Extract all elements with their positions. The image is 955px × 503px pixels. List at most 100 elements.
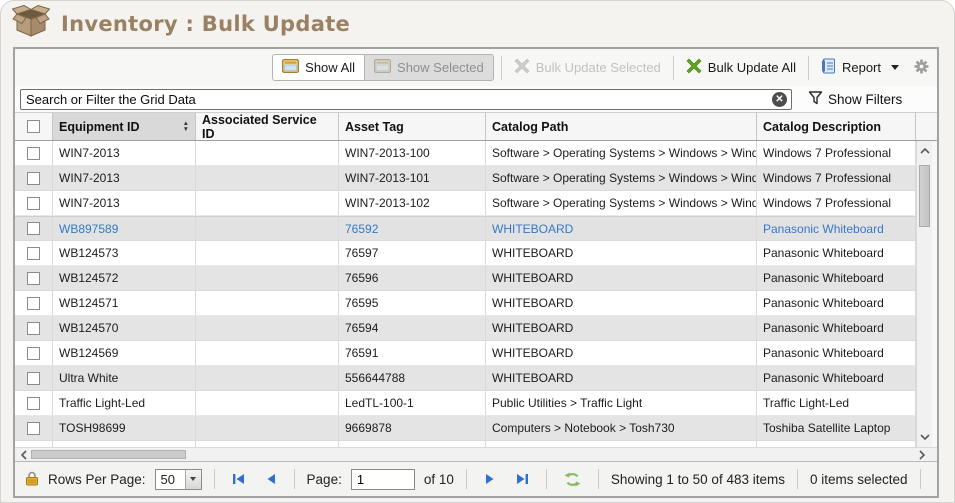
page-number-input[interactable] <box>351 469 415 490</box>
row-checkbox[interactable] <box>27 147 40 160</box>
settings-button[interactable] <box>914 59 929 77</box>
vertical-scroll-thumb[interactable] <box>919 165 930 227</box>
cell-catalog-description: Panasonic Whiteboard <box>757 241 916 265</box>
vertical-scrollbar[interactable] <box>916 141 932 447</box>
column-header-catalog-path[interactable]: Catalog Path <box>486 113 757 140</box>
cell-equipment-id: WB124572 <box>53 266 196 290</box>
table-row[interactable]: WB124569 76591 WHITEBOARD Panasonic Whit… <box>15 341 916 366</box>
cell-catalog-description: Windows 7 Professional <box>757 141 916 165</box>
cell-catalog-path: WHITEBOARD <box>486 341 757 365</box>
clear-search-icon[interactable]: ✕ <box>772 92 787 107</box>
cell-associated-service-id <box>196 217 339 240</box>
row-checkbox[interactable] <box>27 272 40 285</box>
cell-catalog-path: WHITEBOARD <box>486 266 757 290</box>
cell-asset-tag: WIN7-2013-100 <box>339 141 486 165</box>
rows-per-page-label: Rows Per Page: <box>48 472 146 487</box>
column-header-associated-service-id[interactable]: Associated Service ID <box>196 113 339 140</box>
table-row[interactable]: TOSH98699 9669878 Computers > Notebook >… <box>15 416 916 441</box>
row-checkbox[interactable] <box>27 372 40 385</box>
show-selected-button[interactable]: Show Selected <box>365 54 494 81</box>
bulk-update-selected-button[interactable]: Bulk Update Selected <box>509 55 666 80</box>
cell-catalog-path: Software > Operating Systems > Windows >… <box>486 141 757 165</box>
bulk-update-all-icon <box>686 58 702 77</box>
row-checkbox-cell <box>15 241 53 265</box>
table-row[interactable]: WIN7-2013 WIN7-2013-102 Software > Opera… <box>15 191 916 216</box>
grid-body-rows: WIN7-2013 WIN7-2013-100 Software > Opera… <box>15 141 916 447</box>
cell-associated-service-id <box>196 366 339 390</box>
cell-equipment-id: TOSH98699 <box>53 416 196 440</box>
select-all-checkbox[interactable] <box>27 120 40 133</box>
scroll-left-icon[interactable] <box>16 448 32 461</box>
report-button[interactable]: Report <box>816 55 904 80</box>
showing-items-status: Showing 1 to 50 of 483 items <box>611 472 785 487</box>
cell-asset-tag: 9669878 <box>339 416 486 440</box>
cell-catalog-description: Windows 7 Professional <box>757 191 916 215</box>
cell-associated-service-id <box>196 416 339 440</box>
table-row[interactable]: WIN7-2013 WIN7-2013-101 Software > Opera… <box>15 166 916 191</box>
last-page-button[interactable] <box>510 473 534 485</box>
bulk-update-all-button[interactable]: Bulk Update All <box>681 55 801 80</box>
table-row[interactable]: WB897589 76592 WHITEBOARD Panasonic Whit… <box>15 216 916 241</box>
table-row[interactable]: WIN7-2013 WIN7-2013-100 Software > Opera… <box>15 141 916 166</box>
cell-catalog-path: WHITEBOARD <box>486 291 757 315</box>
cell-asset-tag: 76597 <box>339 241 486 265</box>
gear-icon <box>914 59 929 77</box>
row-checkbox[interactable] <box>27 322 40 335</box>
cell-catalog-path: Computers > Notebook > Tosh730 <box>486 416 757 440</box>
column-header-asset-tag[interactable]: Asset Tag <box>339 113 486 140</box>
table-row[interactable]: Traffic Light-Led LedTL-100-1 Public Uti… <box>15 391 916 416</box>
cell-asset-tag: 76592 <box>339 217 486 240</box>
table-row[interactable]: Ultra White 556644788 WHITEBOARD Panason… <box>15 366 916 391</box>
footer-separator <box>797 469 798 489</box>
search-input[interactable] <box>20 89 792 110</box>
select-dropdown-icon <box>185 470 201 489</box>
row-checkbox[interactable] <box>27 347 40 360</box>
cell-equipment-id: WIN7-2013 <box>53 166 196 190</box>
column-header-equipment-id[interactable]: Equipment ID ▲▼ <box>53 113 196 140</box>
column-header-catalog-description[interactable]: Catalog Description <box>757 113 916 140</box>
scroll-down-icon[interactable] <box>917 429 932 445</box>
report-notebook-icon <box>821 58 836 77</box>
funnel-icon <box>808 90 823 108</box>
cell-asset-tag: 76594 <box>339 316 486 340</box>
first-page-button[interactable] <box>227 473 251 485</box>
row-checkbox-cell <box>15 341 53 365</box>
cell-asset-tag: WIN7-2013-102 <box>339 191 486 215</box>
cell-catalog-description: Panasonic Whiteboard <box>757 366 916 390</box>
row-checkbox[interactable] <box>27 197 40 210</box>
row-checkbox[interactable] <box>27 247 40 260</box>
row-checkbox[interactable] <box>27 422 40 435</box>
show-all-button[interactable]: Show All <box>272 54 365 81</box>
table-row[interactable]: WB124572 76596 WHITEBOARD Panasonic Whit… <box>15 266 916 291</box>
footer-separator <box>546 469 547 489</box>
show-selected-label: Show Selected <box>397 60 484 75</box>
horizontal-scroll-thumb[interactable] <box>31 450 186 459</box>
cell-equipment-id: WB124570 <box>53 316 196 340</box>
row-checkbox[interactable] <box>27 172 40 185</box>
cell-catalog-description: Panasonic Whiteboard <box>757 217 916 240</box>
toolbar-separator <box>808 56 809 80</box>
rows-per-page-select[interactable]: 50 <box>155 469 202 490</box>
next-page-button[interactable] <box>479 473 501 485</box>
grid-header: Equipment ID ▲▼ Associated Service ID As… <box>15 113 937 141</box>
table-row[interactable]: WB124570 76594 WHITEBOARD Panasonic Whit… <box>15 316 916 341</box>
row-checkbox[interactable] <box>27 297 40 310</box>
main-panel: Show All Show Selected Bulk Update Selec… <box>13 47 939 498</box>
scroll-up-icon[interactable] <box>917 143 932 159</box>
row-checkbox[interactable] <box>27 397 40 410</box>
cell-catalog-path: WHITEBOARD <box>486 366 757 390</box>
previous-page-button[interactable] <box>260 473 282 485</box>
bulk-update-selected-label: Bulk Update Selected <box>536 60 661 75</box>
cell-associated-service-id <box>196 316 339 340</box>
row-checkbox[interactable] <box>27 222 40 235</box>
refresh-button[interactable] <box>559 472 586 487</box>
horizontal-scrollbar[interactable] <box>15 447 937 461</box>
cell-catalog-path: WHITEBOARD <box>486 316 757 340</box>
scroll-right-icon[interactable] <box>914 448 930 461</box>
show-filters-button[interactable]: Show Filters <box>808 90 902 108</box>
cell-catalog-description: Panasonic Whiteboard <box>757 316 916 340</box>
table-row[interactable]: WB124571 76595 WHITEBOARD Panasonic Whit… <box>15 291 916 316</box>
cell-catalog-description: Toshiba Satellite Laptop <box>757 416 916 440</box>
table-row[interactable]: WB124573 76597 WHITEBOARD Panasonic Whit… <box>15 241 916 266</box>
report-label: Report <box>842 60 881 75</box>
